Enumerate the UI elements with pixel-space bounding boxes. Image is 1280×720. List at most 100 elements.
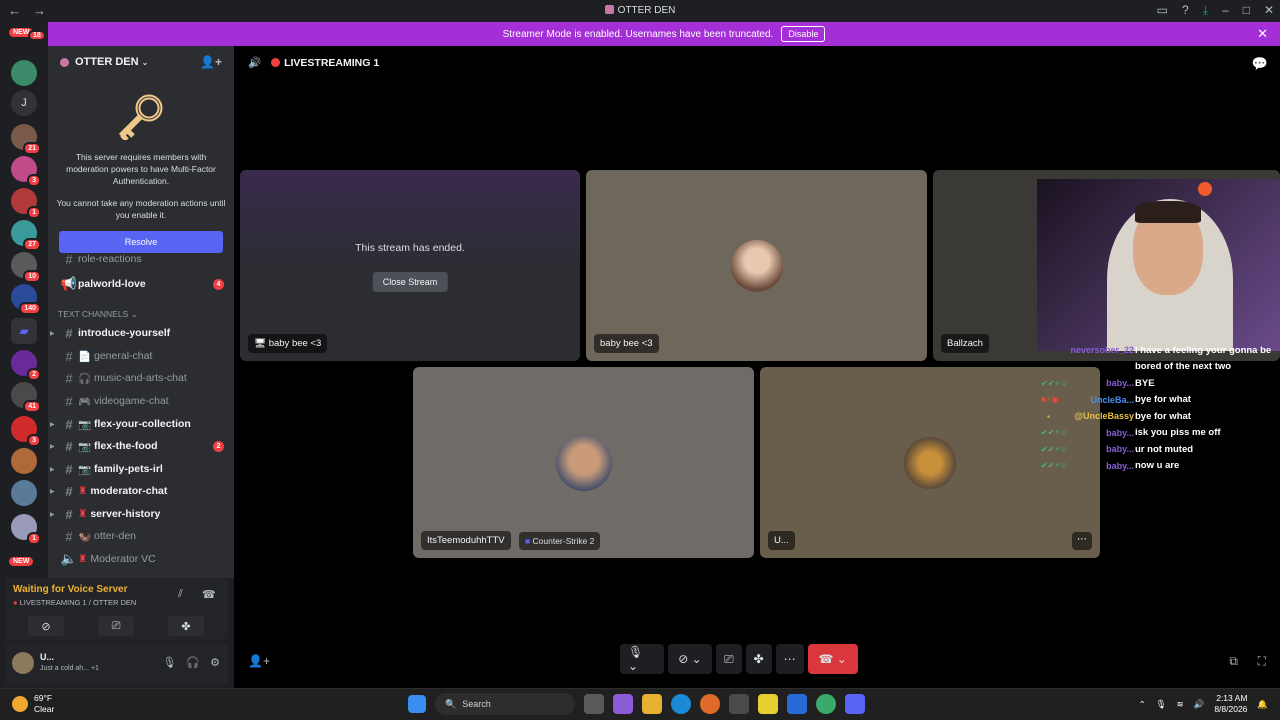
camera-button[interactable]: ⊘ ⌄ (668, 644, 712, 674)
channel-moderator-vc[interactable]: 🔈 ♜ Moderator VC (56, 549, 228, 569)
channel-otter-den[interactable]: # 🦦 otter-den (56, 526, 228, 546)
chat-line: ▪ @UncleBassy bye for what (1047, 410, 1191, 422)
help-icon[interactable]: ? (1182, 3, 1189, 18)
notification-bell-icon[interactable]: 🔔 (1257, 699, 1268, 710)
category-text-channels[interactable]: TEXT CHANNELS ⌄ (58, 309, 138, 320)
avatar (904, 436, 956, 489)
firefox-icon[interactable] (700, 694, 720, 714)
headphones-icon[interactable]: 🎧 (186, 656, 200, 669)
channel-role-reactions[interactable]: # role-reactions (56, 254, 228, 264)
server-icon-j[interactable]: J (11, 90, 37, 116)
volume-icon[interactable]: 🔊 (1194, 699, 1205, 710)
store-icon[interactable] (729, 694, 749, 714)
more-options-button[interactable]: ⋯ (1072, 532, 1092, 550)
microphone-button[interactable]: 🎙 ⌄ (620, 644, 664, 674)
taskbar: 69°F Clear 🔍 Search ⌃ 🎙 ≋ 🔊 2:13 AM 8/8/2… (0, 688, 1280, 720)
server-icon-7[interactable]: 140 (11, 284, 41, 315)
file-explorer-icon[interactable] (642, 694, 662, 714)
sun-icon (12, 696, 28, 712)
server-icon-12[interactable] (11, 480, 37, 506)
call-controls: 🎙 ⌄ ⊘ ⌄ ⎚ ✤ ⋯ ☎ ⌄ (620, 644, 858, 674)
add-user-icon[interactable]: 👤+ (248, 654, 270, 668)
server-header[interactable]: OTTER DEN ⌄ 👤+ (48, 46, 234, 78)
camera-off-button[interactable]: ⊘ (28, 616, 64, 636)
server-icon-1[interactable] (11, 60, 37, 86)
chevron-up-icon[interactable]: ⌃ (1139, 699, 1146, 710)
server-icon-4[interactable]: 1 (11, 188, 41, 219)
server-icon-8[interactable]: 2 (11, 350, 41, 381)
participant-tile[interactable]: ItsTeemoduhhTTV ■ Counter-Strike 2 (413, 367, 754, 558)
close-banner-icon[interactable]: ✕ (1257, 26, 1268, 42)
server-icon-5[interactable]: 27 (11, 220, 41, 251)
noise-suppression-icon[interactable]: ⫽ (178, 588, 183, 601)
weather-widget[interactable]: 69°F Clear (12, 693, 54, 715)
edge-icon[interactable] (671, 694, 691, 714)
new-badge-bottom: NEW (9, 557, 34, 566)
chat-line: bored of the next two (1135, 361, 1232, 373)
channel-moderator-chat[interactable]: ▶ # ♜ moderator-chat (50, 481, 228, 501)
server-icon-10[interactable]: 3 (11, 416, 41, 447)
close-stream-button[interactable]: Close Stream (372, 272, 448, 292)
inbox-icon[interactable]: ▭ (1157, 3, 1168, 18)
copilot-icon[interactable] (613, 694, 633, 714)
server-icon-6[interactable]: 10 (11, 252, 41, 283)
voice-location[interactable]: ● LIVESTREAMING 1 / OTTER DEN (13, 598, 136, 607)
clock[interactable]: 2:13 AM 8/8/2026 (1214, 693, 1247, 715)
fullscreen-icon[interactable]: ⛶ (1258, 654, 1266, 669)
invite-people-icon[interactable]: 👤+ (200, 55, 222, 69)
channel-palworld-love[interactable]: 📢 palworld-love 4 (56, 274, 228, 294)
microphone-icon[interactable]: 🎙 (1156, 699, 1167, 710)
settings-gear-icon[interactable]: ⚙ (210, 656, 220, 669)
stream-chat-overlay: neversober_22 I have a feeling your gonna… (1037, 342, 1280, 474)
webcam-overlay (1037, 179, 1280, 351)
server-icon-2[interactable]: 21 (11, 124, 41, 155)
notepad-icon[interactable] (787, 694, 807, 714)
channel-flex-the-food[interactable]: ▶ # 📷 flex-the-food 2 (50, 436, 228, 456)
activities-button[interactable]: ✤ (168, 616, 204, 636)
more-button[interactable]: ⋯ (775, 644, 804, 674)
popout-icon[interactable]: ⧉ (1229, 654, 1238, 669)
disable-streamer-mode-button[interactable]: Disable (781, 26, 826, 42)
stream-tile-ended[interactable]: This stream has ended. Close Stream 🖥 ba… (240, 170, 580, 361)
server-icon-3[interactable]: 3 (11, 156, 41, 187)
channel-music-and-arts-chat[interactable]: # 🎧 music-and-arts-chat (56, 368, 228, 388)
wifi-icon[interactable]: ≋ (1177, 699, 1184, 710)
chrome-icon[interactable] (816, 694, 836, 714)
channel-flex-your-collection[interactable]: ▶ # 📷 flex-your-collection (50, 414, 228, 434)
notes-icon[interactable] (758, 694, 778, 714)
tile-label: 🖥 baby bee <3 (248, 334, 328, 353)
server-icon-13[interactable]: 1 (11, 514, 41, 545)
channel-server-history[interactable]: ▶ # ♜ server-history (50, 504, 228, 524)
channel-introduce-yourself[interactable]: ▶ # introduce-yourself (50, 323, 228, 343)
search-input[interactable]: 🔍 Search (435, 693, 575, 715)
close-window-icon[interactable]: ✕ (1264, 3, 1274, 18)
disconnect-button[interactable]: ☎ ⌄ (807, 644, 858, 674)
badge-icons: ✔✔⚡☺ (1041, 378, 1069, 388)
participant-tile[interactable]: baby bee <3 (586, 170, 927, 361)
folder-icon[interactable]: ▰ (11, 318, 37, 344)
mfa-text-2: You cannot take any moderation actions u… (56, 198, 226, 220)
channel-videogame-chat[interactable]: # 🎮 videogame-chat (56, 391, 228, 411)
chat-line: ✔✔⚡☺ baby... BYE (1041, 377, 1155, 389)
discord-icon[interactable] (845, 694, 865, 714)
server-icon-11[interactable] (11, 448, 37, 474)
task-view-icon[interactable] (584, 694, 604, 714)
window-title: OTTER DEN (0, 5, 1280, 16)
activities-button[interactable]: ✤ (745, 644, 772, 674)
microphone-icon[interactable]: 🎙 (162, 656, 176, 669)
minimize-icon[interactable]: – (1222, 3, 1229, 18)
avatar[interactable] (12, 652, 34, 674)
channel-family-pets-irl[interactable]: ▶ # 📷 family-pets-irl (50, 459, 228, 479)
screen-share-button[interactable]: ⎚ (716, 644, 742, 674)
download-icon[interactable]: ⤓ (1203, 3, 1208, 18)
streamer-mode-banner: Streamer Mode is enabled. Usernames have… (48, 22, 1280, 46)
disconnect-icon[interactable]: ☎ (202, 588, 216, 601)
windows-start-icon[interactable] (408, 695, 426, 713)
screen-share-button[interactable]: ⎚ (98, 616, 134, 636)
stream-ended-text: This stream has ended. (355, 242, 465, 254)
channel-general-chat[interactable]: # 📄 general-chat (56, 346, 228, 366)
maximize-icon[interactable]: □ (1243, 3, 1250, 18)
server-icon-9[interactable]: 41 (11, 382, 41, 413)
resolve-button[interactable]: Resolve (59, 231, 223, 253)
chat-bubble-icon[interactable]: 💬 (1252, 56, 1268, 72)
